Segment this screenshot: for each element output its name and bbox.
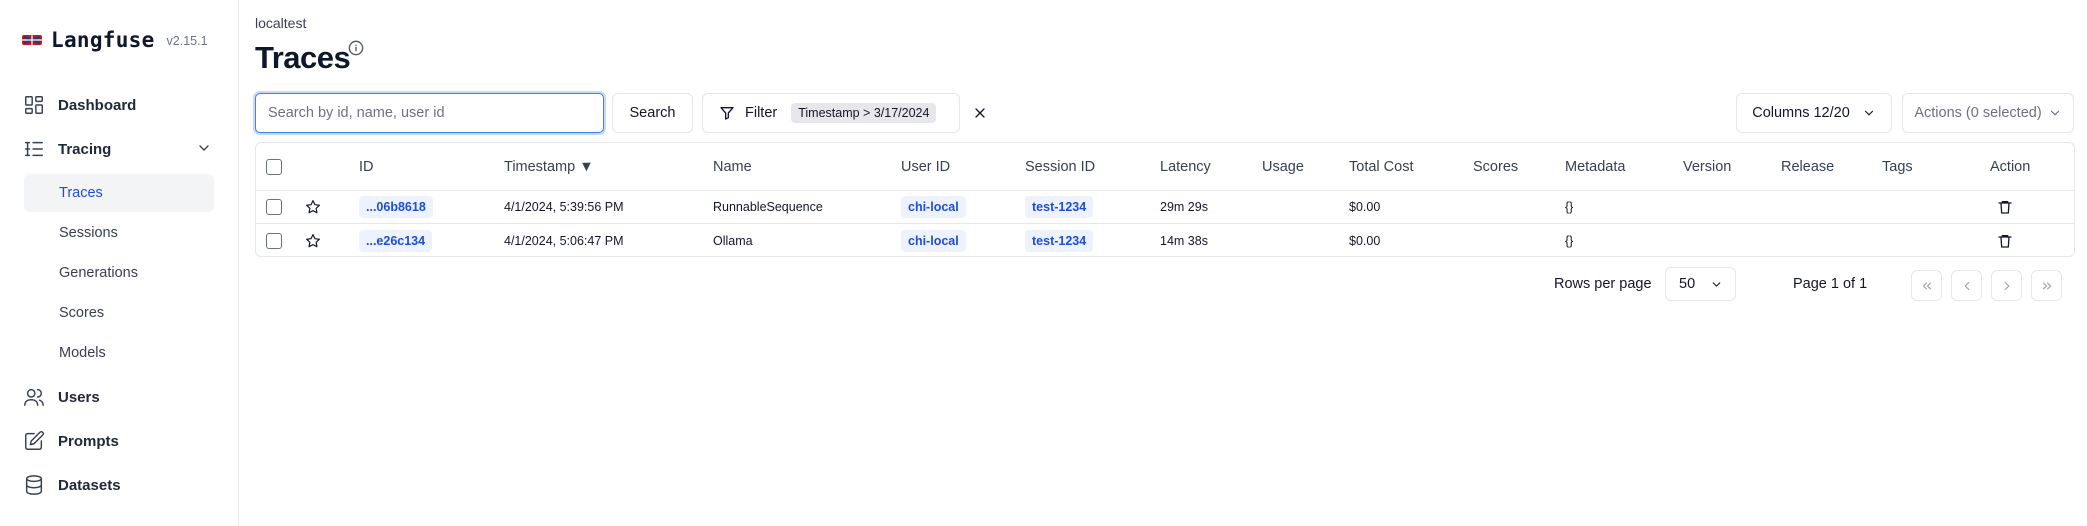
table-header: ID Timestamp ▼ Name User ID Session ID L… bbox=[256, 143, 2074, 191]
col-header-release[interactable]: Release bbox=[1781, 143, 1834, 190]
filter-icon bbox=[720, 107, 734, 120]
info-icon[interactable] bbox=[348, 40, 364, 56]
brand[interactable]: Langfuse v2.15.1 bbox=[22, 28, 208, 52]
page-info: Page 1 of 1 bbox=[1793, 276, 1868, 292]
sidebar-subitem-scores[interactable]: Scores bbox=[24, 294, 214, 332]
app-version: v2.15.1 bbox=[166, 34, 208, 48]
chevrons-right-icon bbox=[2042, 282, 2051, 289]
columns-label: Columns 12/20 bbox=[1752, 105, 1850, 121]
trash-icon[interactable] bbox=[1997, 191, 2013, 223]
col-header-total-cost[interactable]: Total Cost bbox=[1349, 143, 1413, 190]
chevrons-left-icon bbox=[1922, 282, 1931, 289]
filter-button[interactable]: Filter Timestamp > 3/17/2024 bbox=[702, 93, 960, 133]
user-id-link[interactable]: chi-local bbox=[901, 229, 966, 252]
next-page-button[interactable] bbox=[1991, 270, 2022, 301]
filter-chip: Timestamp > 3/17/2024 bbox=[791, 103, 937, 123]
session-id-link[interactable]: test-1234 bbox=[1025, 196, 1094, 218]
prompts-icon bbox=[22, 429, 46, 453]
last-page-button[interactable] bbox=[2031, 270, 2062, 301]
col-header-timestamp[interactable]: Timestamp ▼ bbox=[504, 143, 594, 190]
cell-name: RunnableSequence bbox=[713, 200, 823, 214]
app-root: Langfuse v2.15.1 Dashboard Tracing Trace… bbox=[0, 0, 2087, 526]
trace-id-link[interactable]: ...e26c134 bbox=[359, 229, 433, 252]
prev-page-button[interactable] bbox=[1951, 270, 1982, 301]
rows-per-page-select[interactable]: 50 bbox=[1665, 267, 1736, 301]
sidebar-subitem-generations[interactable]: Generations bbox=[24, 254, 214, 292]
col-header-latency[interactable]: Latency bbox=[1160, 143, 1211, 190]
trash-icon[interactable] bbox=[1997, 224, 2013, 257]
col-header-id[interactable]: ID bbox=[359, 143, 374, 190]
select-all-checkbox[interactable] bbox=[266, 143, 282, 190]
chevron-left-icon bbox=[1963, 281, 1969, 290]
col-header-action: Action bbox=[1990, 158, 2031, 175]
sidebar-item-label: Prompts bbox=[58, 432, 119, 450]
cell-timestamp: 4/1/2024, 5:39:56 PM bbox=[504, 200, 624, 214]
cell-metadata: {} bbox=[1565, 200, 1574, 214]
sidebar-item-datasets[interactable]: Datasets bbox=[22, 471, 121, 499]
clear-filter-icon[interactable] bbox=[972, 105, 988, 121]
session-id-link[interactable]: test-1234 bbox=[1025, 229, 1094, 252]
chevron-down-icon bbox=[1712, 282, 1721, 287]
sidebar-subitem-sessions[interactable]: Sessions bbox=[24, 214, 214, 252]
app-name: Langfuse bbox=[51, 28, 155, 52]
search-input[interactable] bbox=[255, 93, 604, 133]
trace-id-link[interactable]: ...06b8618 bbox=[359, 196, 433, 218]
main-content: localtest Traces Search Filter Timestamp… bbox=[239, 0, 2087, 526]
col-header-session-id[interactable]: Session ID bbox=[1025, 143, 1095, 190]
rows-per-page-label: Rows per page bbox=[1554, 276, 1652, 292]
chevron-down-icon bbox=[2050, 110, 2059, 116]
first-page-button[interactable] bbox=[1911, 270, 1942, 301]
star-icon[interactable] bbox=[305, 224, 321, 257]
col-header-usage[interactable]: Usage bbox=[1262, 143, 1304, 190]
star-icon[interactable] bbox=[305, 191, 321, 223]
tracing-icon bbox=[22, 137, 46, 161]
dashboard-icon bbox=[22, 93, 46, 117]
page-title: Traces bbox=[255, 40, 351, 75]
filter-label: Filter bbox=[745, 105, 778, 121]
table-row[interactable]: ...e26c134 4/1/2024, 5:06:47 PM Ollama c… bbox=[256, 224, 2074, 257]
user-id-link[interactable]: chi-local bbox=[901, 196, 966, 218]
col-header-user-id[interactable]: User ID bbox=[901, 143, 950, 190]
chevron-down-icon bbox=[1864, 110, 1873, 116]
sidebar-subitem-models[interactable]: Models bbox=[24, 334, 214, 372]
users-icon bbox=[22, 385, 46, 409]
sidebar-item-users[interactable]: Users bbox=[22, 383, 100, 411]
cell-timestamp: 4/1/2024, 5:06:47 PM bbox=[504, 233, 624, 248]
sidebar-item-dashboard[interactable]: Dashboard bbox=[22, 91, 136, 119]
row-checkbox[interactable] bbox=[266, 224, 282, 257]
cell-name: Ollama bbox=[713, 233, 753, 248]
sidebar-item-tracing[interactable]: Tracing bbox=[22, 135, 111, 163]
table-row[interactable]: ...06b8618 4/1/2024, 5:39:56 PM Runnable… bbox=[256, 191, 2074, 224]
row-checkbox[interactable] bbox=[266, 191, 282, 223]
datasets-icon bbox=[22, 473, 46, 497]
col-header-metadata[interactable]: Metadata bbox=[1565, 143, 1625, 190]
sidebar-item-label: Users bbox=[58, 388, 100, 406]
sidebar-item-label: Datasets bbox=[58, 476, 121, 494]
rows-per-page-value: 50 bbox=[1679, 276, 1696, 292]
cell-total-cost: $0.00 bbox=[1349, 200, 1381, 214]
chevron-right-icon bbox=[2004, 281, 2010, 290]
langfuse-logo-icon bbox=[22, 35, 42, 45]
col-header-version[interactable]: Version bbox=[1683, 143, 1731, 190]
col-header-name[interactable]: Name bbox=[713, 143, 752, 190]
sidebar: Langfuse v2.15.1 Dashboard Tracing Trace… bbox=[0, 0, 239, 526]
search-button[interactable]: Search bbox=[612, 93, 693, 133]
cell-latency: 14m 38s bbox=[1160, 233, 1208, 248]
sidebar-subitem-traces[interactable]: Traces bbox=[24, 174, 214, 212]
chevron-down-icon[interactable] bbox=[196, 140, 212, 156]
cell-latency: 29m 29s bbox=[1160, 200, 1208, 214]
actions-label: Actions (0 selected) bbox=[1914, 105, 2042, 121]
actions-button[interactable]: Actions (0 selected) bbox=[1902, 93, 2074, 133]
sidebar-item-prompts[interactable]: Prompts bbox=[22, 427, 119, 455]
cell-metadata: {} bbox=[1565, 233, 1574, 248]
col-header-tags[interactable]: Tags bbox=[1882, 143, 1913, 190]
traces-table: ID Timestamp ▼ Name User ID Session ID L… bbox=[255, 142, 2075, 257]
sidebar-item-label: Dashboard bbox=[58, 96, 137, 114]
breadcrumb[interactable]: localtest bbox=[255, 15, 306, 31]
cell-total-cost: $0.00 bbox=[1349, 233, 1381, 248]
columns-button[interactable]: Columns 12/20 bbox=[1736, 93, 1892, 133]
sidebar-item-label: Tracing bbox=[58, 140, 112, 158]
col-header-scores[interactable]: Scores bbox=[1473, 143, 1518, 190]
